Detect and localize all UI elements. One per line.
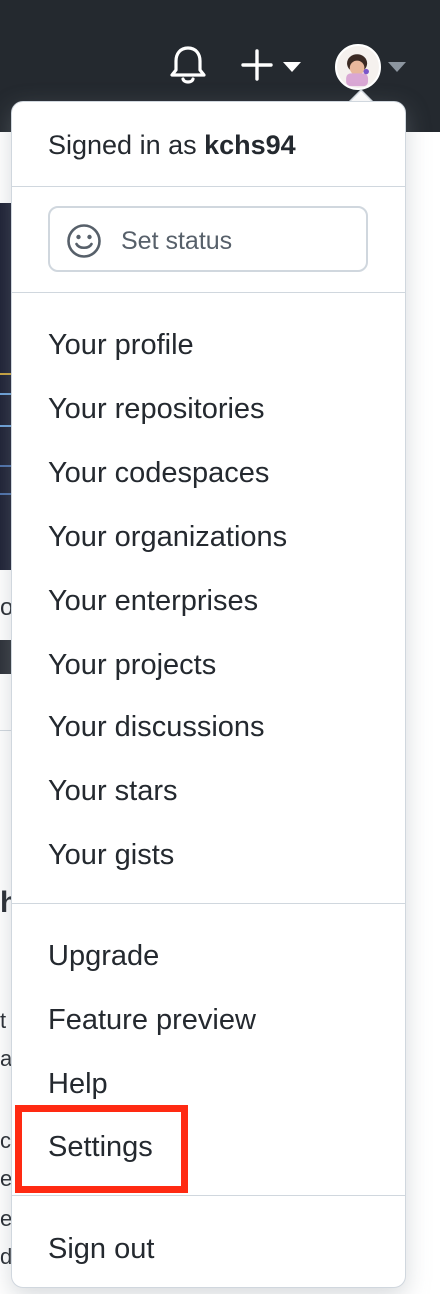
set-status-button[interactable]: Set status: [48, 206, 368, 272]
settings-highlight-box: [15, 1105, 188, 1193]
menu-item-your-organizations[interactable]: Your organizations: [48, 519, 287, 555]
menu-item-your-stars[interactable]: Your stars: [48, 773, 178, 809]
menu-divider: [12, 292, 405, 293]
username: kchs94: [204, 130, 296, 160]
menu-divider: [12, 903, 405, 904]
menu-divider: [12, 186, 405, 187]
set-status-label: Set status: [121, 227, 233, 255]
menu-item-upgrade[interactable]: Upgrade: [48, 938, 159, 974]
menu-item-sign-out[interactable]: Sign out: [48, 1231, 154, 1267]
triangle-down-icon[interactable]: [283, 62, 301, 72]
triangle-down-icon[interactable]: [388, 62, 406, 72]
signed-in-prefix: Signed in as: [48, 130, 197, 160]
avatar-image: [337, 46, 379, 88]
signed-in-header: Signed in as kchs94: [48, 130, 296, 161]
menu-item-your-enterprises[interactable]: Your enterprises: [48, 583, 258, 619]
avatar[interactable]: [335, 44, 381, 90]
user-dropdown-menu: Signed in as kchs94 Set status Your prof…: [11, 101, 406, 1288]
menu-item-your-codespaces[interactable]: Your codespaces: [48, 455, 269, 491]
menu-item-your-discussions[interactable]: Your discussions: [48, 709, 265, 745]
menu-item-your-profile[interactable]: Your profile: [48, 327, 194, 363]
menu-item-your-projects[interactable]: Your projects: [48, 647, 216, 683]
menu-divider: [12, 1195, 405, 1196]
menu-item-help[interactable]: Help: [48, 1066, 108, 1102]
plus-icon[interactable]: [240, 48, 274, 82]
smiley-icon: [67, 224, 101, 258]
menu-item-your-repositories[interactable]: Your repositories: [48, 391, 265, 427]
bell-icon[interactable]: [168, 44, 208, 86]
menu-item-your-gists[interactable]: Your gists: [48, 837, 174, 873]
menu-item-feature-preview[interactable]: Feature preview: [48, 1002, 256, 1038]
